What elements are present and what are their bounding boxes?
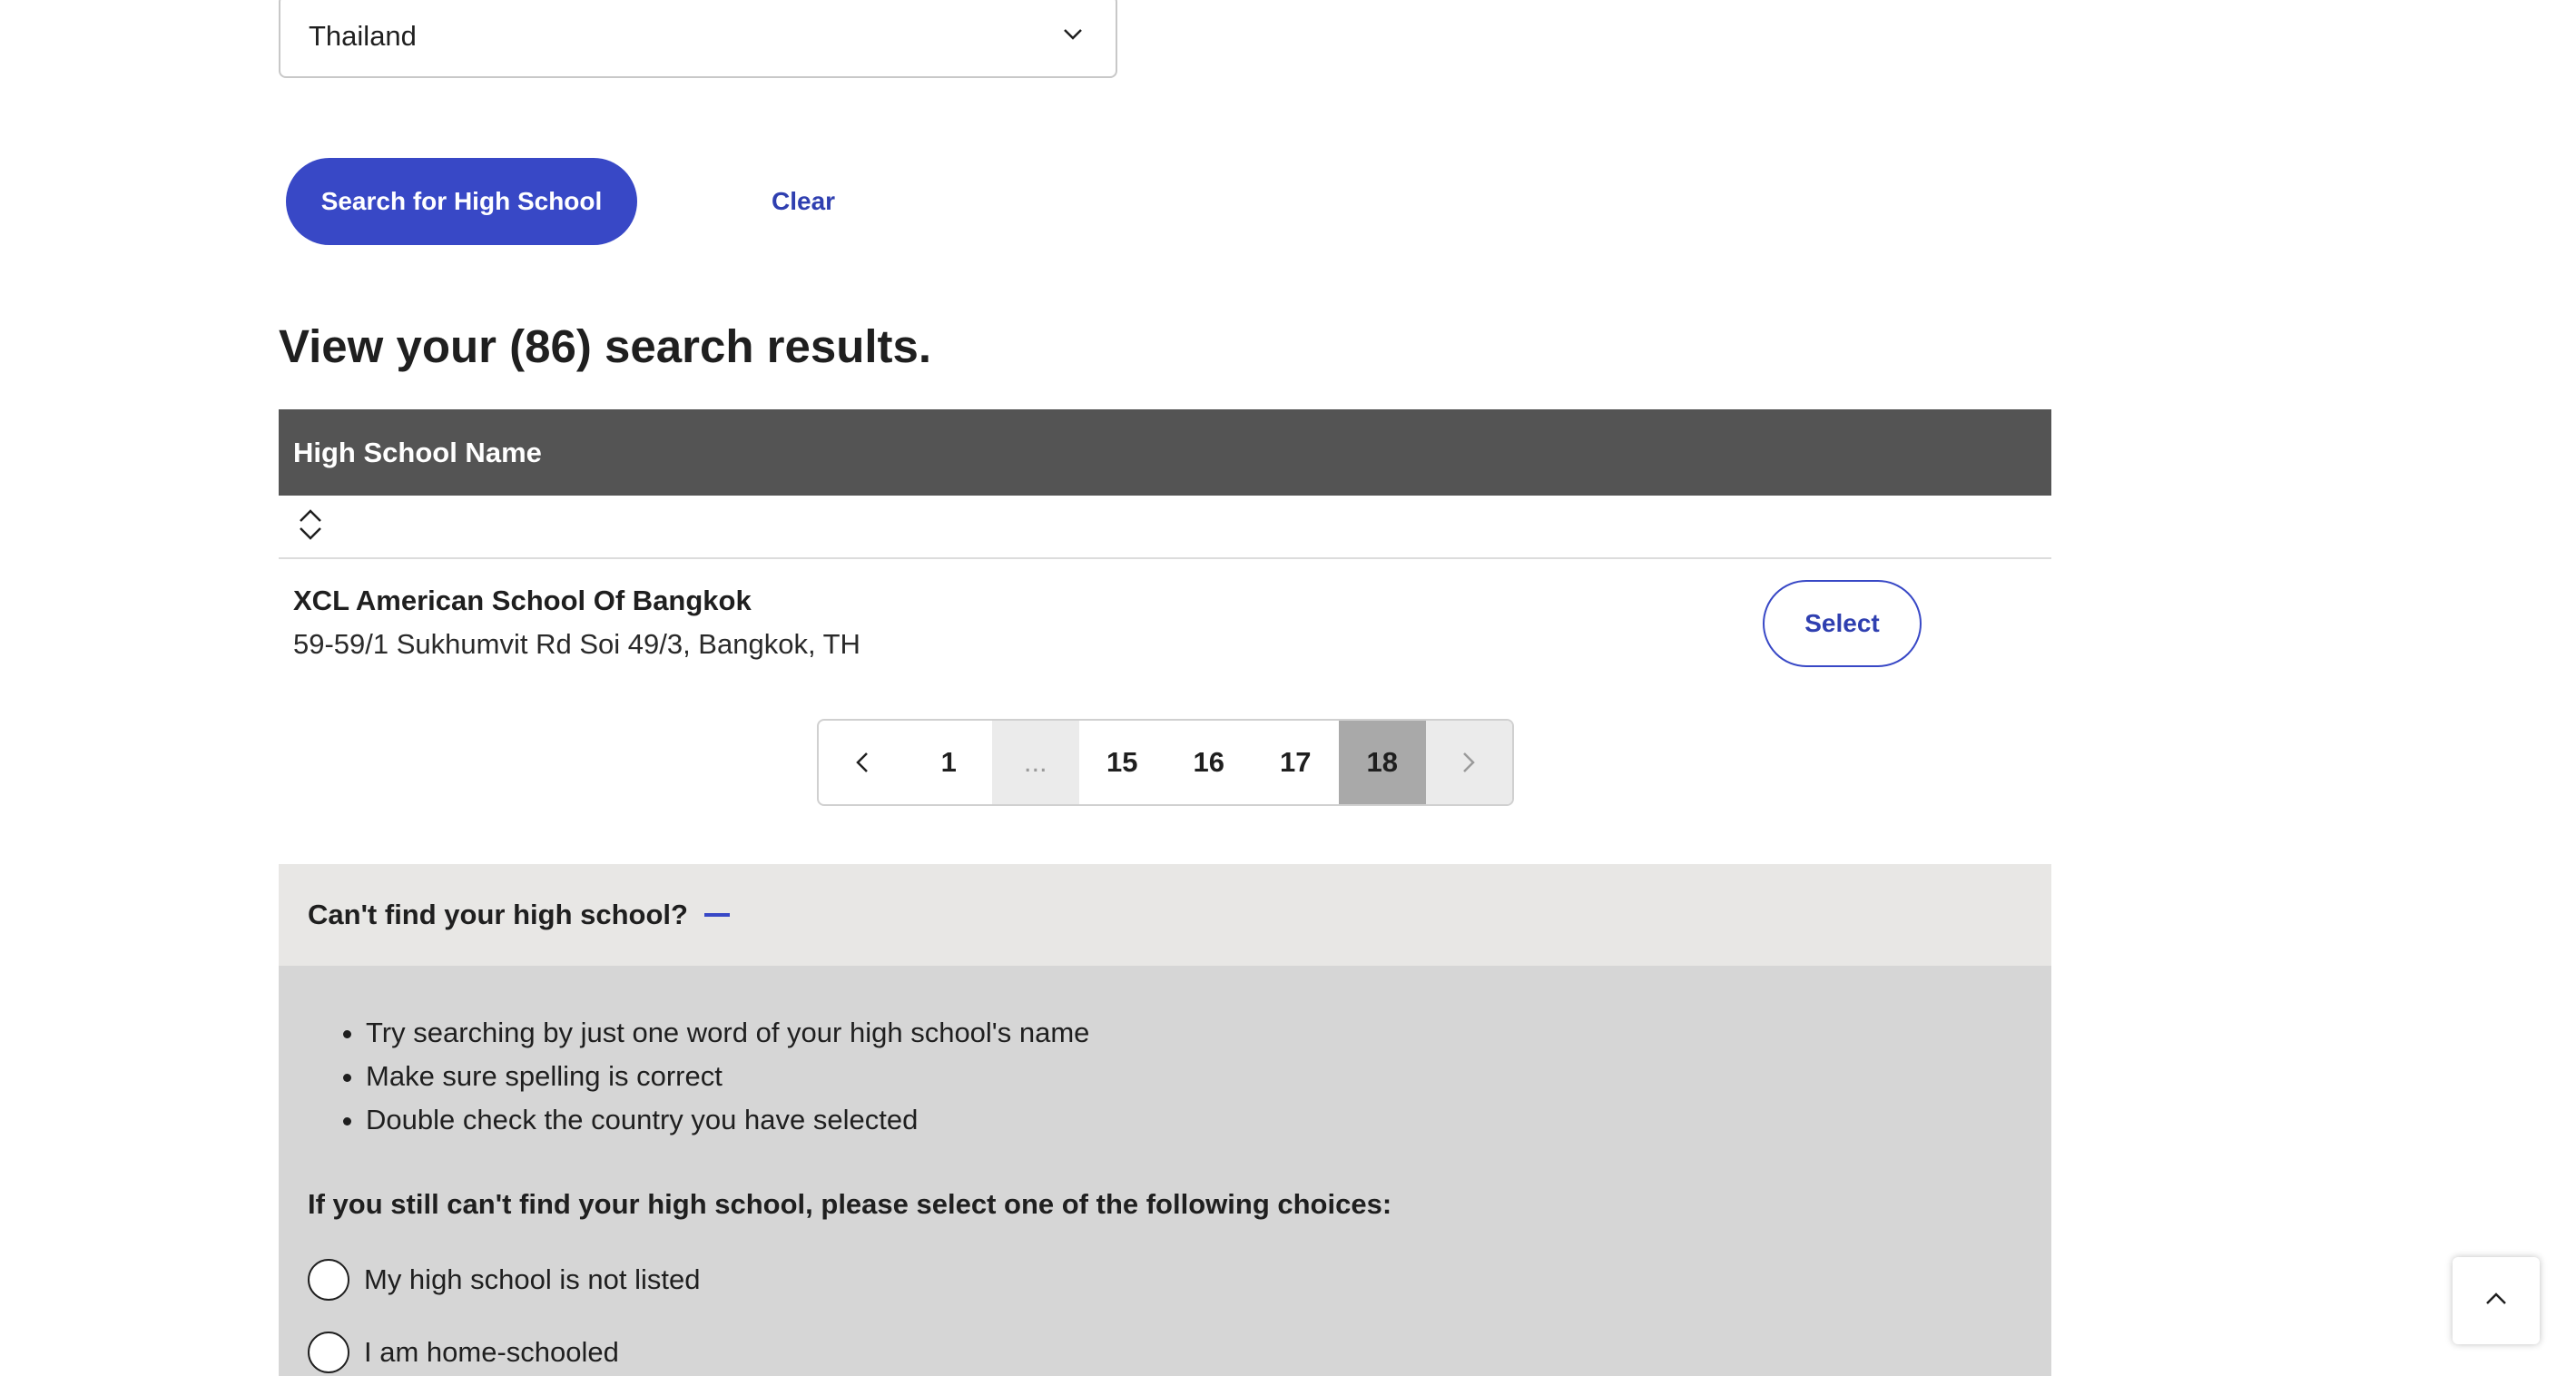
column-header-high-school-name: High School Name <box>293 436 542 468</box>
tips-list: Try searching by just one word of your h… <box>337 1011 1089 1142</box>
table-row: XCL American School Of Bangkok 59-59/1 S… <box>279 559 2051 695</box>
page-18-button-current[interactable]: 18 <box>1339 721 1426 804</box>
school-address: 59-59/1 Sukhumvit Rd Soi 49/3, Bangkok, … <box>293 628 860 660</box>
page-17-button[interactable]: 17 <box>1253 721 1340 804</box>
back-to-top-button[interactable] <box>2453 1257 2540 1344</box>
pagination: 1 ... 15 16 17 18 <box>817 719 1514 806</box>
help-accordion-header[interactable]: Can't find your high school? <box>279 864 2051 966</box>
radio-not-listed[interactable]: My high school is not listed <box>308 1259 700 1301</box>
collapse-icon <box>703 913 730 917</box>
radio-label: My high school is not listed <box>364 1263 701 1295</box>
chevron-down-icon <box>1063 28 1083 45</box>
chevron-left-icon <box>855 752 869 773</box>
radio-button[interactable] <box>308 1259 349 1301</box>
school-name: XCL American School Of Bangkok <box>293 585 752 616</box>
page-16-button[interactable]: 16 <box>1165 721 1253 804</box>
radio-home-schooled[interactable]: I am home-schooled <box>308 1332 619 1373</box>
page-1-button[interactable]: 1 <box>906 721 993 804</box>
help-title: Can't find your high school? <box>308 899 688 930</box>
search-high-school-button[interactable]: Search for High School <box>286 158 637 245</box>
sort-icon[interactable] <box>297 508 324 541</box>
sort-row <box>279 496 2051 559</box>
chevron-right-icon <box>1462 752 1476 773</box>
choices-label: If you still can't find your high school… <box>308 1188 1392 1220</box>
select-school-button[interactable]: Select <box>1763 580 1922 667</box>
tip-item: Try searching by just one word of your h… <box>366 1011 1089 1055</box>
chevron-up-icon <box>2485 1292 2507 1310</box>
next-page-button[interactable] <box>1425 721 1512 804</box>
results-heading: View your (86) search results. <box>279 320 932 372</box>
clear-button[interactable]: Clear <box>772 180 835 223</box>
tip-item: Make sure spelling is correct <box>366 1055 1089 1098</box>
previous-page-button[interactable] <box>819 721 906 804</box>
radio-label: I am home-schooled <box>364 1336 619 1368</box>
table-header: High School Name <box>279 409 2051 496</box>
partially-hidden-link <box>336 56 499 69</box>
page-ellipsis: ... <box>992 721 1079 804</box>
country-select-value: Thailand <box>309 20 417 52</box>
radio-button[interactable] <box>308 1332 349 1373</box>
page-15-button[interactable]: 15 <box>1079 721 1166 804</box>
help-accordion-body: Try searching by just one word of your h… <box>279 966 2051 1376</box>
tip-item: Double check the country you have select… <box>366 1098 1089 1142</box>
